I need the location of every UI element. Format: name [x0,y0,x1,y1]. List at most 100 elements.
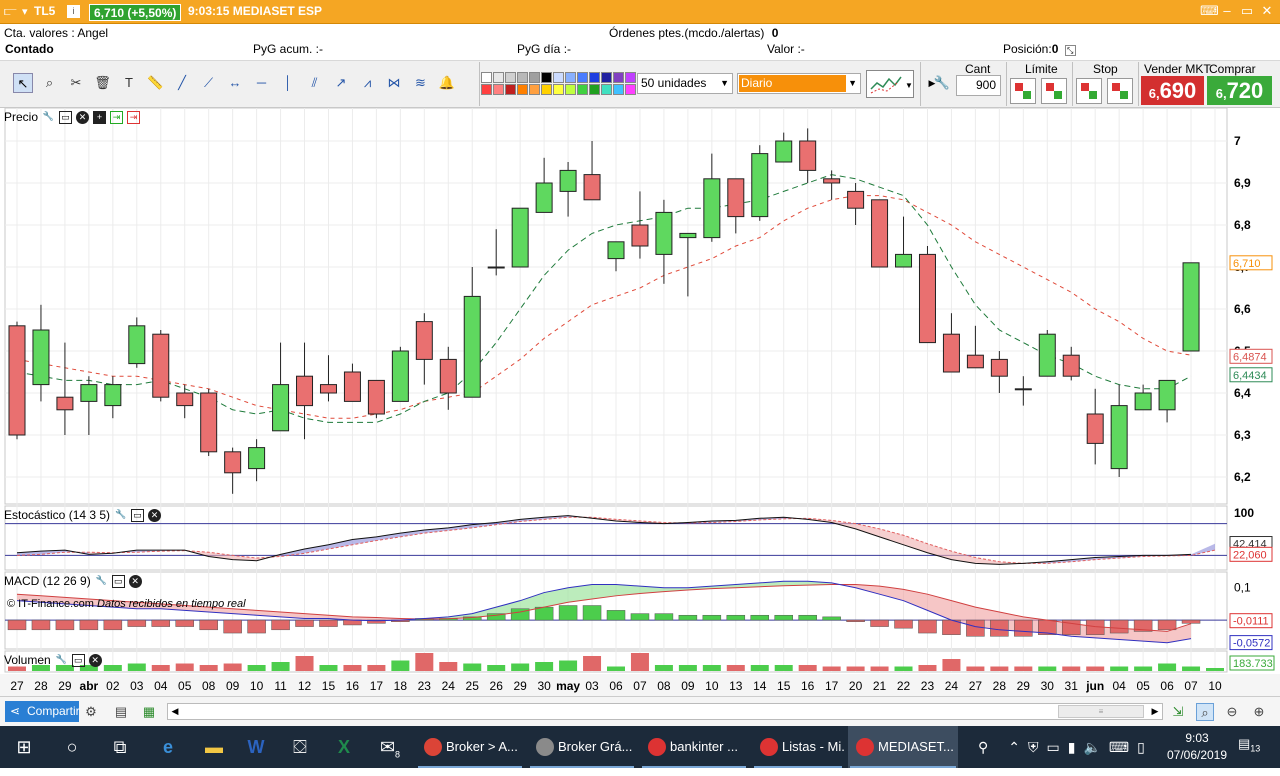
color-swatch[interactable] [601,84,612,95]
scroll-thumb[interactable]: ≡ [1058,705,1144,718]
color-swatch[interactable] [565,84,576,95]
ruler-icon[interactable]: 📏 [146,73,166,93]
cursor-sync-icon[interactable]: ⇲ [1169,703,1187,721]
symbol-label[interactable]: TL5 [34,4,55,18]
color-swatch[interactable] [493,72,504,83]
line-icon[interactable]: ╱ [172,73,192,93]
color-swatch[interactable] [505,84,516,95]
regression-icon[interactable]: ≋ [411,73,431,93]
color-swatch[interactable] [481,72,492,83]
wrench-icon[interactable]: 🔧 [95,575,108,588]
file-explorer-icon[interactable]: ▬ [190,726,238,768]
color-swatch[interactable] [625,72,636,83]
hline-icon[interactable]: ─ [252,73,272,93]
taskbar-app[interactable]: MEDIASET... [848,726,958,768]
color-palette[interactable] [481,72,636,96]
wrench-icon[interactable]: 🔧 [55,654,68,667]
close-icon[interactable]: ✕ [1260,3,1274,19]
window-icon[interactable]: ▭ [59,110,73,124]
language-icon[interactable]: ▯ [1137,739,1145,756]
maximize-icon[interactable]: ▭ [1240,3,1254,19]
color-swatch[interactable] [541,84,552,95]
stop-sell-button[interactable] [1107,78,1133,104]
alert-bell-icon[interactable]: 🔔 [437,73,457,93]
grid-icon[interactable]: ▦ [140,703,158,721]
zoom-icon[interactable]: ⌕ [40,73,60,93]
close-icon[interactable]: ✕ [76,110,90,124]
zoom-out-icon[interactable]: ⊖ [1223,703,1241,721]
indicators-icon[interactable]: ⚙ [82,703,100,721]
search-icon[interactable]: ○ [48,726,96,768]
color-swatch[interactable] [565,72,576,83]
template-icon[interactable]: ▤ [112,703,130,721]
color-swatch[interactable] [613,72,624,83]
taskbar-app[interactable]: Broker > A... [416,726,524,768]
taskbar-app[interactable]: Listas - Mi... [752,726,844,768]
zigzag-icon[interactable]: ⩘ [358,73,378,93]
sell-market-button[interactable]: 6,690 [1141,76,1204,105]
window-icon[interactable]: ▭ [131,508,145,522]
vline-icon[interactable]: │ [278,73,298,93]
color-swatch[interactable] [541,72,552,83]
people-icon[interactable]: ⚲ [978,739,988,756]
wrench-icon[interactable]: 🔧 [114,509,127,522]
wrench-icon[interactable]: 🔧 [932,73,952,93]
taskbar-app[interactable]: bankinter ... [640,726,748,768]
trendline-icon[interactable]: ⟋ [199,73,219,93]
quantity-input[interactable]: 900 [956,75,1001,96]
mail-icon[interactable]: ✉8 [366,726,414,768]
close-icon[interactable]: ✕ [148,508,162,522]
color-swatch[interactable] [517,84,528,95]
windows-start-icon[interactable]: ⊞ [0,726,48,768]
info-icon[interactable]: i [67,5,80,18]
add-icon[interactable]: + [93,110,107,124]
notification-icon[interactable]: ▤13 [1238,736,1260,758]
close-position-icon[interactable]: ⤡ [1064,45,1076,56]
tools-icon[interactable]: ✂ [66,73,86,93]
color-swatch[interactable] [625,84,636,95]
stop-buy-button[interactable] [1076,78,1102,104]
edge-icon[interactable]: e [144,726,192,768]
network-icon[interactable]: ▭ [1047,739,1060,756]
color-swatch[interactable] [529,84,540,95]
battery-icon[interactable]: ▮ [1068,739,1076,756]
color-swatch[interactable] [505,72,516,83]
wrench-icon[interactable]: 🔧 [42,111,55,124]
share-button[interactable]: ⋖ Compartir [5,701,80,722]
window-icon[interactable]: ▭ [71,653,85,667]
color-swatch[interactable] [529,72,540,83]
store-icon[interactable]: ⛋ [276,726,324,768]
close-icon[interactable]: ✕ [88,653,102,667]
period-select[interactable]: Diario ▼ [737,73,861,94]
color-swatch[interactable] [493,84,504,95]
symbol-dropdown-icon[interactable]: ▾ [22,5,28,18]
close-icon[interactable]: ✕ [128,574,142,588]
export-icon[interactable]: ⇥ [110,110,124,124]
chart-area[interactable]: 76,96,86,76,66,56,46,36,26,7106,48746,44… [0,107,1280,696]
shield-icon[interactable]: ⛨ [1028,739,1039,756]
color-swatch[interactable] [481,84,492,95]
keyboard-icon[interactable]: ⌨ [1109,739,1129,756]
trash-icon[interactable]: 🗑 [93,73,113,93]
chevron-up-icon[interactable]: ⌃ [1008,739,1020,756]
segment-icon[interactable]: ↔ [225,73,245,93]
buy-market-button[interactable]: 6,720 [1207,76,1272,105]
chart-scrollbar[interactable]: ◀ ≡ ▶ [167,703,1163,720]
color-swatch[interactable] [589,72,600,83]
fibonacci-icon[interactable]: ⋈ [384,73,404,93]
volume-icon[interactable]: 🔈 [1083,739,1100,756]
color-swatch[interactable] [613,84,624,95]
zoom-fit-icon[interactable]: ⌕ [1196,703,1214,721]
color-swatch[interactable] [577,84,588,95]
limit-buy-button[interactable] [1010,78,1036,104]
color-swatch[interactable] [517,72,528,83]
color-swatch[interactable] [601,72,612,83]
color-swatch[interactable] [553,84,564,95]
taskbar-app[interactable]: Broker Grá... [528,726,636,768]
task-view-icon[interactable]: ⧉ [96,726,144,768]
color-swatch[interactable] [589,84,600,95]
limit-sell-button[interactable] [1041,78,1067,104]
minimize-icon[interactable]: ‒ [1220,3,1234,19]
chart-type-button[interactable]: ▼ [866,70,914,98]
channel-icon[interactable]: ⫽ [305,73,325,93]
